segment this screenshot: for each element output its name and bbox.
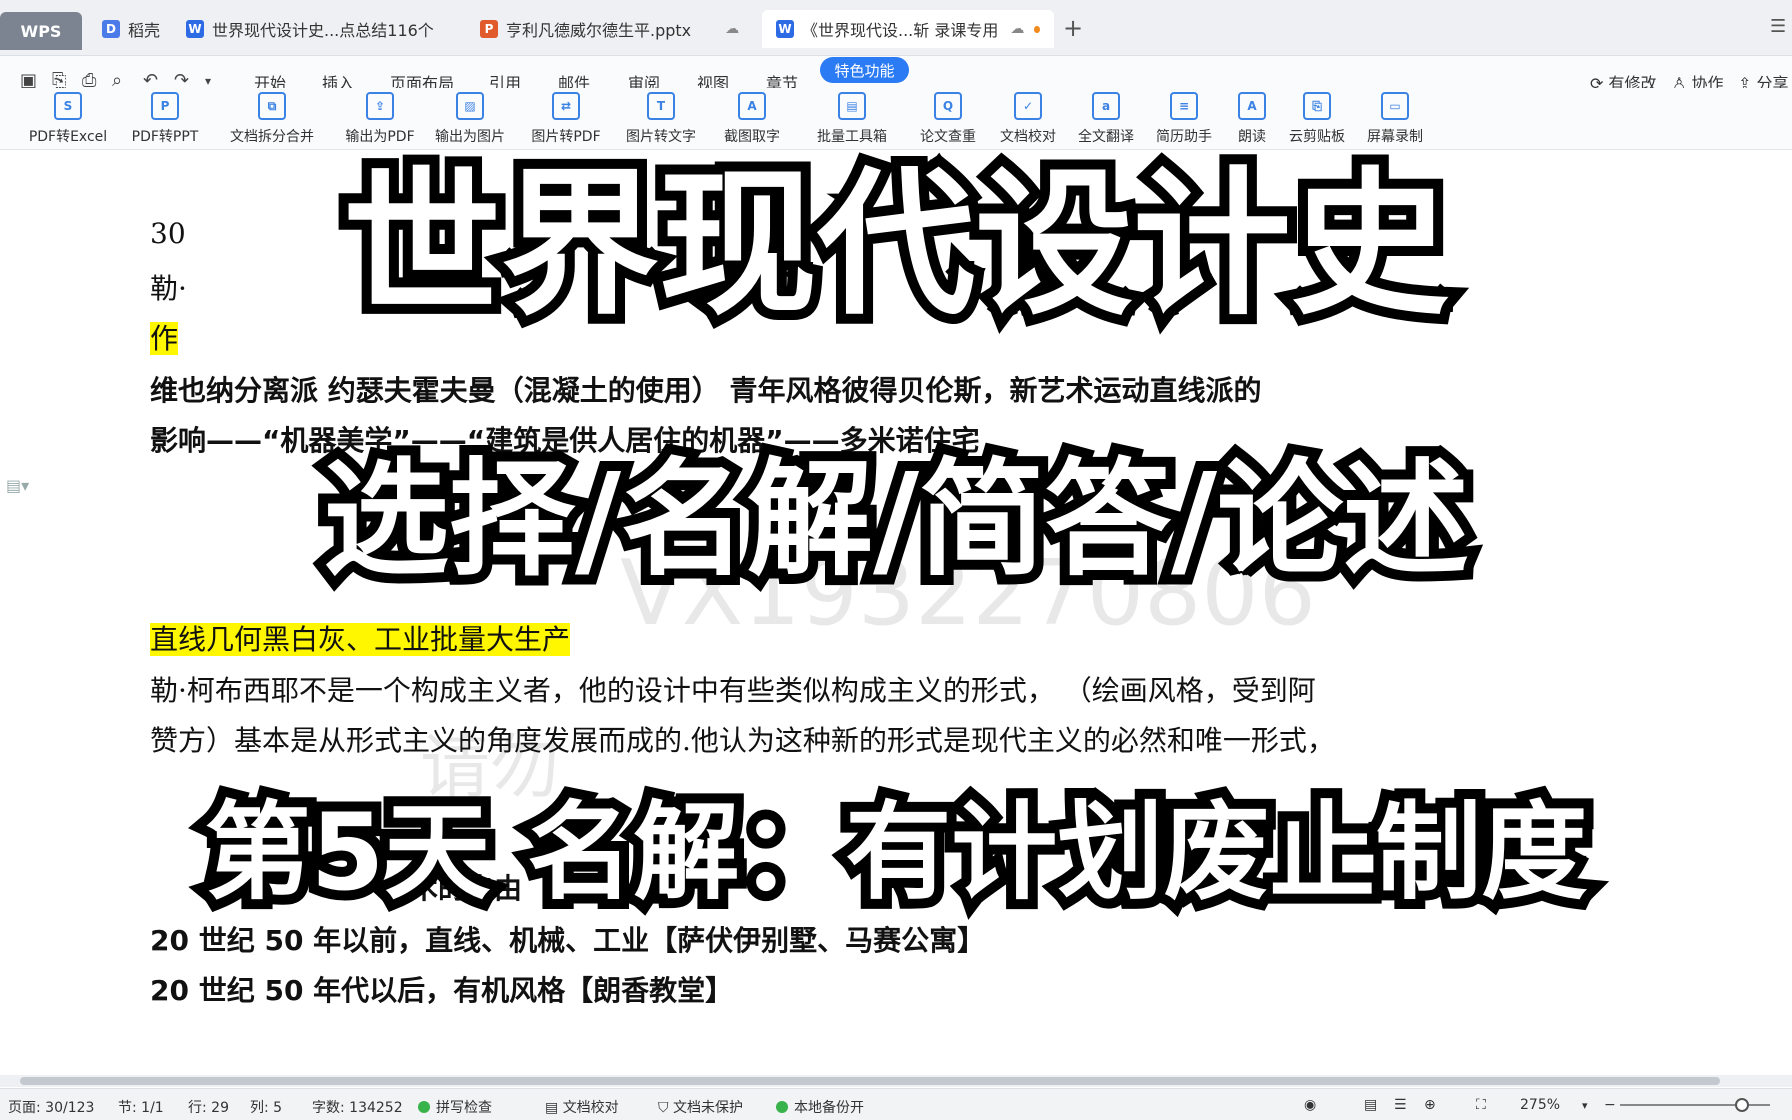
doc-line: 20 世纪 50 年以前，直线、机械、工业【萨伏伊别墅、马赛公寓】 bbox=[150, 924, 986, 957]
section-indicator: 节: 1/1 bbox=[118, 1100, 164, 1116]
split-merge-button[interactable]: ⧉ 文档拆分合并 bbox=[217, 92, 327, 146]
writer-doc-icon: W bbox=[776, 20, 794, 38]
pdf-to-excel-button[interactable]: S PDF转Excel bbox=[13, 92, 123, 146]
zoom-out-icon[interactable]: − bbox=[1604, 1097, 1616, 1113]
backup-icon bbox=[776, 1101, 788, 1113]
page-indicator[interactable]: 页面: 30/123 bbox=[8, 1097, 94, 1117]
tab-bar: WPS D 稻壳 W 世界现代设计史...点总结116个 ☁ P 亨利凡德威尔德… bbox=[0, 0, 1792, 56]
pdf-to-ppt-button[interactable]: P PDF转PPT bbox=[110, 92, 220, 146]
doc-line: 赞方）基本是从形式主义的角度发展而成的.他认为这种新的形式是现代主义的必然和唯一… bbox=[150, 724, 1335, 757]
web-view-icon[interactable]: ⊕ bbox=[1424, 1097, 1436, 1113]
tab-label: WPS bbox=[20, 21, 62, 41]
status-bar: 页面: 30/123 节: 1/1 行: 29 列: 5 字数: 134252 … bbox=[0, 1088, 1792, 1120]
cloud-icon: ☁ bbox=[1010, 21, 1025, 37]
overlay-day-topic: 第5天 名解：有计划废止制度 bbox=[195, 781, 1598, 924]
export-pdf-icon: ⇪ bbox=[366, 92, 394, 120]
ribbon-label: 文档拆分合并 bbox=[230, 129, 314, 145]
ribbon-label: 图片转PDF bbox=[531, 129, 601, 145]
fit-page-icon[interactable]: ⛶ bbox=[1476, 1097, 1486, 1113]
new-tab-button[interactable]: + bbox=[1063, 14, 1083, 42]
tab-document-1[interactable]: W 世界现代设计史...点总结116个 ☁ bbox=[172, 10, 442, 48]
tab-document-active[interactable]: W 《世界现代设...斩 录课专用 ☁ bbox=[762, 10, 1054, 48]
document-icon: ▤ bbox=[545, 1100, 563, 1116]
ribbon-label: 屏幕录制 bbox=[1367, 129, 1423, 145]
pdf-ppt-icon: P bbox=[151, 92, 179, 120]
clipboard-icon: ⎘ bbox=[1303, 92, 1331, 120]
screenshot-text-button[interactable]: A 截图取字 bbox=[697, 92, 807, 146]
split-icon: ⧉ bbox=[258, 92, 286, 120]
spell-check-icon bbox=[418, 1101, 430, 1113]
zoom-level[interactable]: 275% bbox=[1520, 1097, 1560, 1113]
word-count[interactable]: 字数: 134252 bbox=[312, 1097, 403, 1117]
overlay-subtitle: 选择/名解/简答/论述 bbox=[313, 436, 1479, 603]
ocr-icon: T bbox=[647, 92, 675, 120]
tab-label: 世界现代设计史...点总结116个 bbox=[212, 21, 434, 40]
crop-icon: A bbox=[738, 92, 766, 120]
ribbon-label: PDF转PPT bbox=[131, 129, 199, 145]
tab-label: 稻壳 bbox=[128, 21, 161, 40]
scrollbar-thumb[interactable] bbox=[20, 1077, 1720, 1085]
backup-label: 本地备份开 bbox=[794, 1100, 864, 1116]
menu-special-features[interactable]: 特色功能 bbox=[820, 57, 909, 83]
tab-wps-home[interactable]: WPS bbox=[0, 12, 82, 50]
row-indicator: 行: 29 bbox=[188, 1100, 229, 1116]
outline-view-icon[interactable]: ☰ bbox=[1394, 1097, 1407, 1113]
zoom-slider-thumb[interactable] bbox=[1735, 1098, 1749, 1112]
proofread-status-button[interactable]: ▤ 文档校对 bbox=[545, 1097, 619, 1117]
doc-line: 20 世纪 50 年代以后，有机风格【朗香教堂】 bbox=[150, 974, 734, 1007]
doc-line: 勒·柯布西耶不是一个构成主义者，他的设计中有些类似构成主义的形式， （绘画风格，… bbox=[150, 674, 1316, 707]
batch-toolbox-button[interactable]: ▤ 批量工具箱 bbox=[797, 92, 907, 146]
image-to-pdf-button[interactable]: ⇄ 图片转PDF bbox=[511, 92, 621, 146]
check-icon: Q bbox=[934, 92, 962, 120]
column-indicator: 列: 5 bbox=[250, 1100, 283, 1116]
chevron-down-icon[interactable]: ▾ bbox=[205, 74, 211, 88]
tab-label: 亨利凡德威尔德生平.pptx bbox=[506, 21, 692, 40]
horizontal-scrollbar[interactable] bbox=[0, 1075, 1792, 1087]
protection-status-button[interactable]: ⛉ 文档未保护 bbox=[658, 1097, 743, 1117]
ribbon-label: 输出为图片 bbox=[435, 129, 505, 145]
presentation-icon: P bbox=[480, 20, 498, 38]
proofread-icon: ✓ bbox=[1014, 92, 1042, 120]
ribbon-toolbar: S PDF转Excel P PDF转PPT ⧉ 文档拆分合并 ⇪ 输出为PDF ▨ 输出为… bbox=[0, 88, 1792, 150]
translate-icon: a bbox=[1092, 92, 1120, 120]
ribbon-label: 批量工具箱 bbox=[817, 129, 887, 145]
doc-line: 直线几何黑白灰、工业批量大生产 bbox=[150, 618, 571, 658]
tab-label: 《世界现代设...斩 录课专用 bbox=[802, 21, 999, 40]
spell-check-label: 拼写检查 bbox=[436, 1100, 492, 1116]
doc-line: 维也纳分离派 约瑟夫霍夫曼（混凝土的使用） 青年风格彼得贝伦斯，新艺术运动直线派… bbox=[150, 374, 1262, 407]
shield-icon: ⛉ bbox=[658, 1100, 673, 1116]
modified-dot bbox=[1034, 25, 1040, 33]
highlighted-text: 直线几何黑白灰、工业批量大生产 bbox=[150, 623, 571, 656]
page-view-icon[interactable]: ▤ bbox=[1364, 1097, 1377, 1113]
protection-label: 文档未保护 bbox=[672, 1100, 743, 1116]
pdf-excel-icon: S bbox=[54, 92, 82, 120]
image-pdf-icon: ⇄ bbox=[552, 92, 580, 120]
ribbon-label: PDF转Excel bbox=[28, 129, 108, 145]
proofread-label: 文档校对 bbox=[562, 1100, 619, 1116]
export-image-button[interactable]: ▨ 输出为图片 bbox=[415, 92, 525, 146]
overlay-title: 世界现代设计史 bbox=[333, 143, 1459, 347]
resume-icon: ≡ bbox=[1170, 92, 1198, 120]
image-icon: ▨ bbox=[456, 92, 484, 120]
writer-doc-icon: W bbox=[186, 20, 204, 38]
cloud-icon: ☁ bbox=[725, 21, 740, 37]
toolbox-icon: ▤ bbox=[838, 92, 866, 120]
chevron-down-icon[interactable]: ▾ bbox=[1582, 1099, 1588, 1112]
ribbon-label: 截图取字 bbox=[724, 129, 780, 145]
daoke-icon: D bbox=[102, 20, 120, 38]
screen-record-button[interactable]: ▭ 屏幕录制 bbox=[1340, 92, 1450, 146]
monitor-icon: ▭ bbox=[1381, 92, 1409, 120]
window-menu-icon[interactable]: ☰ bbox=[1770, 16, 1786, 37]
spell-check-button[interactable]: 拼写检查 bbox=[418, 1097, 492, 1117]
backup-status-button[interactable]: 本地备份开 bbox=[776, 1097, 864, 1117]
tab-daoke[interactable]: D 稻壳 bbox=[88, 10, 168, 48]
eye-protection-icon[interactable]: ◉ bbox=[1304, 1097, 1316, 1113]
tab-presentation[interactable]: P 亨利凡德威尔德生平.pptx ☁ bbox=[466, 10, 756, 48]
wps-writer-window: WPS D 稻壳 W 世界现代设计史...点总结116个 ☁ P 亨利凡德威尔德… bbox=[0, 0, 1792, 1120]
